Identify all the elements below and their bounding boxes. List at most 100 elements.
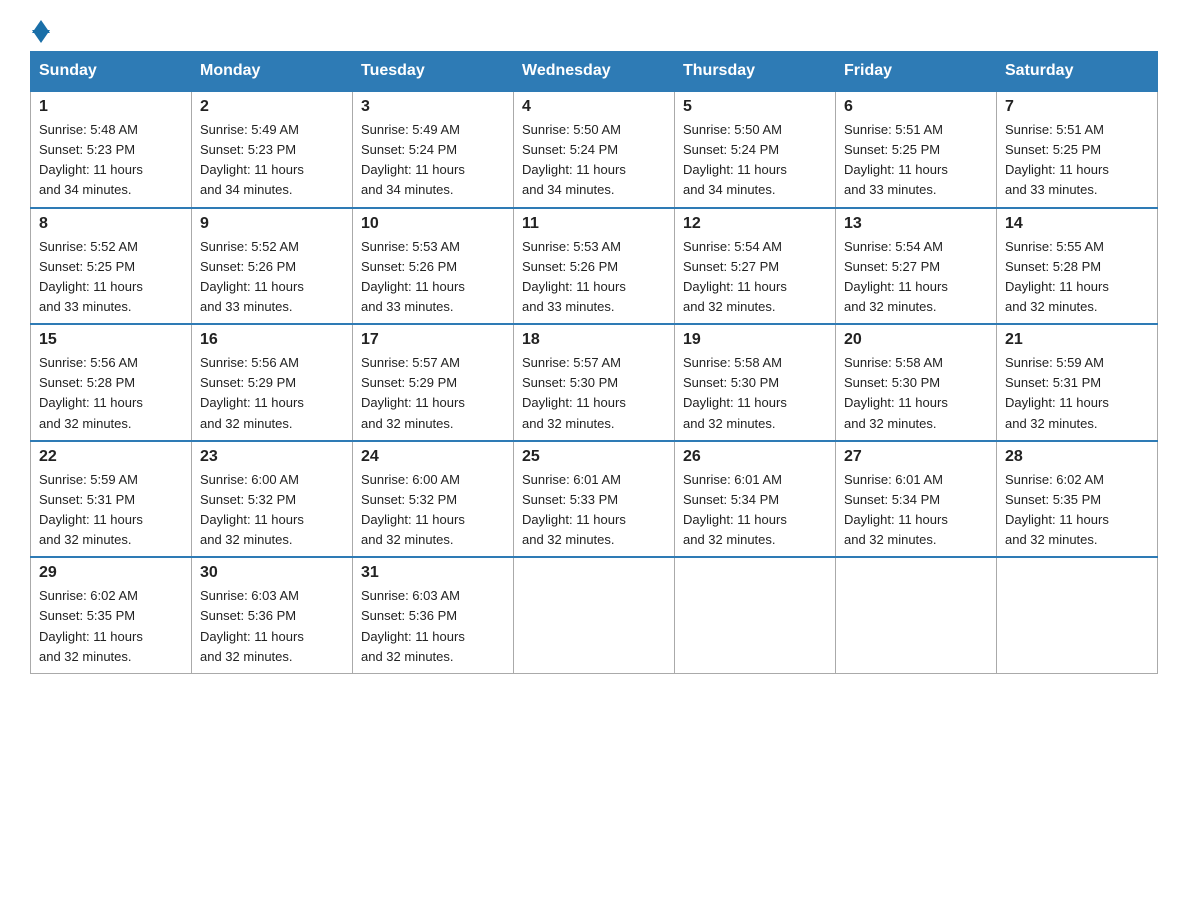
daylight-label: Daylight: 11 hours bbox=[200, 279, 304, 294]
calendar-cell: 31 Sunrise: 6:03 AM Sunset: 5:36 PM Dayl… bbox=[353, 557, 514, 673]
sunrise-label: Sunrise: 5:48 AM bbox=[39, 122, 138, 137]
sunset-label: Sunset: 5:27 PM bbox=[844, 259, 940, 274]
daylight-label: Daylight: 11 hours bbox=[1005, 279, 1109, 294]
day-info: Sunrise: 6:00 AM Sunset: 5:32 PM Dayligh… bbox=[361, 470, 505, 551]
daylight-label: Daylight: 11 hours bbox=[683, 279, 787, 294]
day-info: Sunrise: 5:56 AM Sunset: 5:29 PM Dayligh… bbox=[200, 353, 344, 434]
day-number: 11 bbox=[522, 215, 666, 233]
sunrise-label: Sunrise: 6:01 AM bbox=[683, 472, 782, 487]
daylight-label: Daylight: 11 hours bbox=[844, 512, 948, 527]
daylight-label: Daylight: 11 hours bbox=[39, 162, 143, 177]
day-header-sunday: Sunday bbox=[31, 52, 192, 92]
logo bbox=[30, 20, 50, 41]
sunset-label: Sunset: 5:30 PM bbox=[683, 375, 779, 390]
calendar-table: SundayMondayTuesdayWednesdayThursdayFrid… bbox=[30, 51, 1158, 674]
sunrise-label: Sunrise: 5:49 AM bbox=[200, 122, 299, 137]
day-header-tuesday: Tuesday bbox=[353, 52, 514, 92]
day-number: 4 bbox=[522, 98, 666, 116]
day-number: 16 bbox=[200, 331, 344, 349]
daylight-minutes: and 33 minutes. bbox=[522, 299, 615, 314]
calendar-cell: 23 Sunrise: 6:00 AM Sunset: 5:32 PM Dayl… bbox=[192, 441, 353, 558]
calendar-cell bbox=[836, 557, 997, 673]
day-info: Sunrise: 5:52 AM Sunset: 5:26 PM Dayligh… bbox=[200, 237, 344, 318]
sunset-label: Sunset: 5:26 PM bbox=[200, 259, 296, 274]
daylight-label: Daylight: 11 hours bbox=[683, 162, 787, 177]
sunrise-label: Sunrise: 5:57 AM bbox=[522, 355, 621, 370]
day-info: Sunrise: 5:51 AM Sunset: 5:25 PM Dayligh… bbox=[844, 120, 988, 201]
sunrise-label: Sunrise: 6:00 AM bbox=[361, 472, 460, 487]
calendar-cell: 17 Sunrise: 5:57 AM Sunset: 5:29 PM Dayl… bbox=[353, 324, 514, 441]
sunrise-label: Sunrise: 5:56 AM bbox=[39, 355, 138, 370]
calendar-cell: 16 Sunrise: 5:56 AM Sunset: 5:29 PM Dayl… bbox=[192, 324, 353, 441]
day-number: 31 bbox=[361, 564, 505, 582]
daylight-label: Daylight: 11 hours bbox=[844, 162, 948, 177]
daylight-label: Daylight: 11 hours bbox=[522, 162, 626, 177]
week-row-5: 29 Sunrise: 6:02 AM Sunset: 5:35 PM Dayl… bbox=[31, 557, 1158, 673]
daylight-minutes: and 33 minutes. bbox=[200, 299, 293, 314]
sunset-label: Sunset: 5:25 PM bbox=[844, 142, 940, 157]
calendar-cell: 9 Sunrise: 5:52 AM Sunset: 5:26 PM Dayli… bbox=[192, 208, 353, 325]
daylight-label: Daylight: 11 hours bbox=[1005, 512, 1109, 527]
daylight-minutes: and 33 minutes. bbox=[361, 299, 454, 314]
daylight-label: Daylight: 11 hours bbox=[200, 162, 304, 177]
day-number: 12 bbox=[683, 215, 827, 233]
sunrise-label: Sunrise: 5:54 AM bbox=[844, 239, 943, 254]
sunset-label: Sunset: 5:35 PM bbox=[39, 608, 135, 623]
daylight-minutes: and 32 minutes. bbox=[200, 532, 293, 547]
daylight-label: Daylight: 11 hours bbox=[39, 629, 143, 644]
sunrise-label: Sunrise: 5:53 AM bbox=[361, 239, 460, 254]
sunrise-label: Sunrise: 5:49 AM bbox=[361, 122, 460, 137]
daylight-minutes: and 32 minutes. bbox=[200, 649, 293, 664]
day-info: Sunrise: 5:56 AM Sunset: 5:28 PM Dayligh… bbox=[39, 353, 183, 434]
day-number: 17 bbox=[361, 331, 505, 349]
calendar-cell: 21 Sunrise: 5:59 AM Sunset: 5:31 PM Dayl… bbox=[997, 324, 1158, 441]
daylight-label: Daylight: 11 hours bbox=[39, 395, 143, 410]
sunset-label: Sunset: 5:25 PM bbox=[39, 259, 135, 274]
sunrise-label: Sunrise: 5:51 AM bbox=[1005, 122, 1104, 137]
week-row-4: 22 Sunrise: 5:59 AM Sunset: 5:31 PM Dayl… bbox=[31, 441, 1158, 558]
day-number: 28 bbox=[1005, 448, 1149, 466]
day-number: 14 bbox=[1005, 215, 1149, 233]
sunset-label: Sunset: 5:24 PM bbox=[361, 142, 457, 157]
calendar-cell: 29 Sunrise: 6:02 AM Sunset: 5:35 PM Dayl… bbox=[31, 557, 192, 673]
sunrise-label: Sunrise: 5:52 AM bbox=[39, 239, 138, 254]
daylight-label: Daylight: 11 hours bbox=[844, 279, 948, 294]
day-number: 29 bbox=[39, 564, 183, 582]
daylight-minutes: and 32 minutes. bbox=[844, 299, 937, 314]
daylight-label: Daylight: 11 hours bbox=[683, 512, 787, 527]
day-info: Sunrise: 6:01 AM Sunset: 5:34 PM Dayligh… bbox=[683, 470, 827, 551]
week-row-2: 8 Sunrise: 5:52 AM Sunset: 5:25 PM Dayli… bbox=[31, 208, 1158, 325]
daylight-minutes: and 33 minutes. bbox=[1005, 182, 1098, 197]
day-info: Sunrise: 5:55 AM Sunset: 5:28 PM Dayligh… bbox=[1005, 237, 1149, 318]
sunrise-label: Sunrise: 6:01 AM bbox=[844, 472, 943, 487]
daylight-label: Daylight: 11 hours bbox=[361, 162, 465, 177]
sunset-label: Sunset: 5:31 PM bbox=[1005, 375, 1101, 390]
sunrise-label: Sunrise: 6:03 AM bbox=[200, 588, 299, 603]
day-header-friday: Friday bbox=[836, 52, 997, 92]
calendar-cell: 11 Sunrise: 5:53 AM Sunset: 5:26 PM Dayl… bbox=[514, 208, 675, 325]
day-info: Sunrise: 5:48 AM Sunset: 5:23 PM Dayligh… bbox=[39, 120, 183, 201]
day-info: Sunrise: 5:59 AM Sunset: 5:31 PM Dayligh… bbox=[1005, 353, 1149, 434]
daylight-minutes: and 32 minutes. bbox=[361, 532, 454, 547]
calendar-cell: 26 Sunrise: 6:01 AM Sunset: 5:34 PM Dayl… bbox=[675, 441, 836, 558]
daylight-label: Daylight: 11 hours bbox=[200, 395, 304, 410]
calendar-cell: 2 Sunrise: 5:49 AM Sunset: 5:23 PM Dayli… bbox=[192, 91, 353, 208]
day-number: 13 bbox=[844, 215, 988, 233]
sunset-label: Sunset: 5:26 PM bbox=[522, 259, 618, 274]
daylight-minutes: and 34 minutes. bbox=[200, 182, 293, 197]
daylight-minutes: and 32 minutes. bbox=[361, 416, 454, 431]
calendar-cell: 1 Sunrise: 5:48 AM Sunset: 5:23 PM Dayli… bbox=[31, 91, 192, 208]
daylight-label: Daylight: 11 hours bbox=[1005, 162, 1109, 177]
day-number: 18 bbox=[522, 331, 666, 349]
calendar-cell: 4 Sunrise: 5:50 AM Sunset: 5:24 PM Dayli… bbox=[514, 91, 675, 208]
calendar-cell: 20 Sunrise: 5:58 AM Sunset: 5:30 PM Dayl… bbox=[836, 324, 997, 441]
calendar-cell: 27 Sunrise: 6:01 AM Sunset: 5:34 PM Dayl… bbox=[836, 441, 997, 558]
daylight-label: Daylight: 11 hours bbox=[361, 279, 465, 294]
day-number: 23 bbox=[200, 448, 344, 466]
calendar-cell: 19 Sunrise: 5:58 AM Sunset: 5:30 PM Dayl… bbox=[675, 324, 836, 441]
sunset-label: Sunset: 5:29 PM bbox=[200, 375, 296, 390]
day-number: 7 bbox=[1005, 98, 1149, 116]
daylight-label: Daylight: 11 hours bbox=[361, 512, 465, 527]
day-info: Sunrise: 6:03 AM Sunset: 5:36 PM Dayligh… bbox=[200, 586, 344, 667]
sunrise-label: Sunrise: 5:51 AM bbox=[844, 122, 943, 137]
